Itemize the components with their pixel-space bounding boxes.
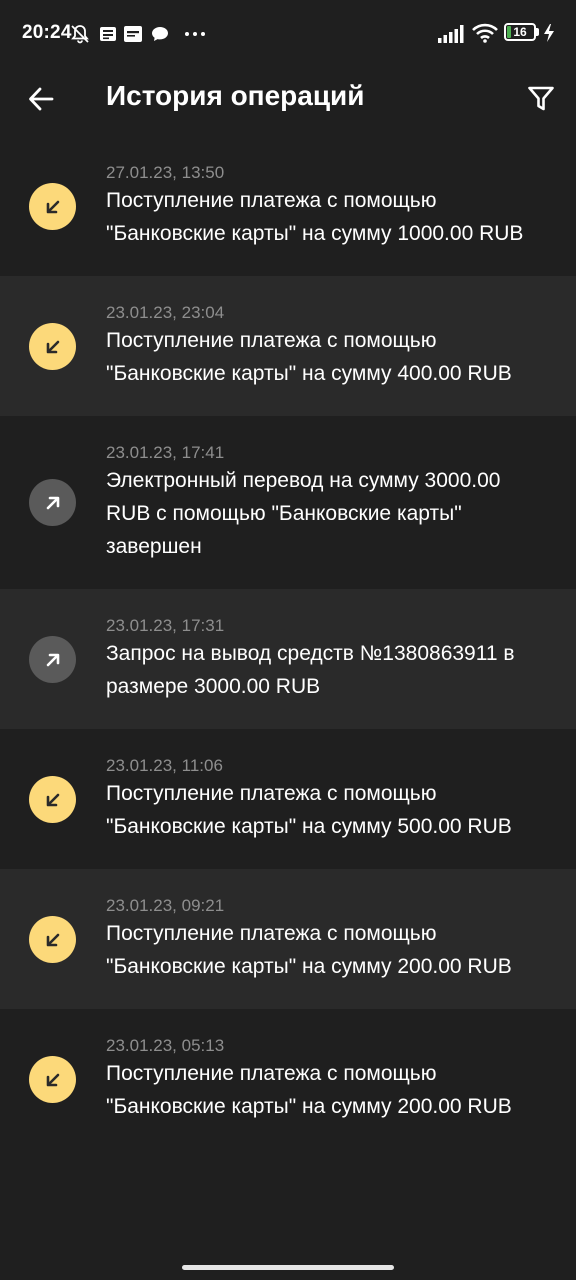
operation-date: 23.01.23, 05:13	[106, 1036, 225, 1055]
operation-text: Поступление платежа с помощью "Банковски…	[106, 189, 524, 245]
operations-list: 27.01.23, 13:50 Поступление платежа с пом…	[0, 136, 576, 1149]
operation-row[interactable]: 23.01.23, 17:31 Запрос на вывод средств №…	[0, 589, 576, 729]
incoming-arrow-icon	[29, 1056, 76, 1103]
signal-icon	[438, 25, 464, 43]
arrow-left-icon	[29, 87, 54, 111]
more-dots-icon	[185, 32, 205, 36]
status-time: 20:24	[22, 22, 72, 43]
bell-off-icon	[71, 25, 89, 44]
home-indicator[interactable]	[182, 1265, 394, 1270]
incoming-arrow-icon	[29, 776, 76, 823]
operation-row[interactable]: 23.01.23, 05:13 Поступление платежа с пом…	[0, 1009, 576, 1149]
operation-row[interactable]: 27.01.23, 13:50 Поступление платежа с пом…	[0, 136, 576, 276]
battery-cap	[536, 28, 539, 36]
operation-date: 23.01.23, 11:06	[106, 756, 223, 775]
battery-level: 16	[513, 25, 527, 39]
operation-text: Электронный перевод на сумму 3000.00 RUB…	[106, 469, 501, 558]
operation-text: Поступление платежа с помощью "Банковски…	[106, 782, 512, 838]
operation-text: Запрос на вывод средств №1380863911 в ра…	[106, 642, 515, 698]
operation-text: Поступление платежа с помощью "Банковски…	[106, 329, 512, 385]
operation-row[interactable]: 23.01.23, 23:04 Поступление платежа с пом…	[0, 276, 576, 416]
operation-date: 23.01.23, 17:31	[106, 616, 225, 635]
operation-row[interactable]: 23.01.23, 09:21 Поступление платежа с пом…	[0, 869, 576, 1009]
filter-icon	[528, 86, 554, 111]
news-icon	[100, 27, 116, 41]
back-button[interactable]	[18, 76, 64, 122]
incoming-arrow-icon	[29, 183, 76, 230]
operation-text: Поступление платежа с помощью "Банковски…	[106, 1062, 512, 1118]
uber-icon	[124, 26, 142, 42]
incoming-arrow-icon	[29, 916, 76, 963]
battery-icon: 16	[504, 23, 536, 41]
app-bar: История операций	[0, 66, 576, 136]
operation-row[interactable]: 23.01.23, 11:06 Поступление платежа с пом…	[0, 729, 576, 869]
chat-icon	[152, 27, 168, 41]
charging-bolt-icon	[544, 24, 554, 42]
outgoing-arrow-icon	[29, 479, 76, 526]
operation-date: 23.01.23, 17:41	[106, 443, 225, 462]
status-bar: 20:24 16	[0, 0, 576, 66]
filter-button[interactable]	[518, 76, 564, 122]
operation-date: 23.01.23, 23:04	[106, 303, 225, 322]
page-title: История операций	[106, 80, 365, 111]
incoming-arrow-icon	[29, 323, 76, 370]
outgoing-arrow-icon	[29, 636, 76, 683]
operation-date: 27.01.23, 13:50	[106, 163, 225, 182]
operation-row[interactable]: 23.01.23, 17:41 Электронный перевод на су…	[0, 416, 576, 589]
operation-text: Поступление платежа с помощью "Банковски…	[106, 922, 512, 978]
wifi-icon	[472, 23, 498, 43]
operation-date: 23.01.23, 09:21	[106, 896, 225, 915]
